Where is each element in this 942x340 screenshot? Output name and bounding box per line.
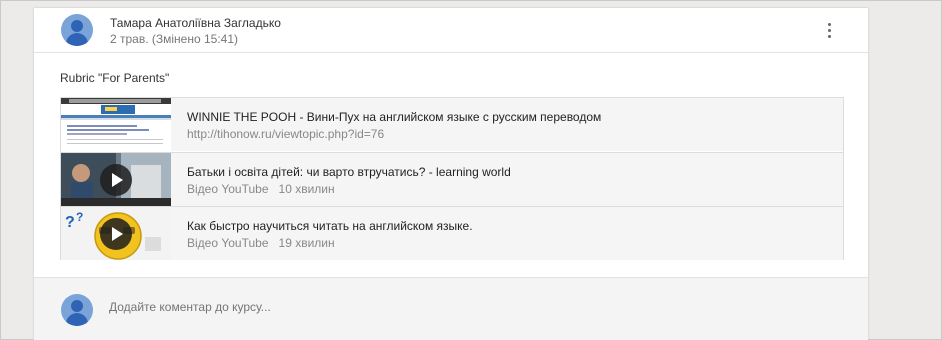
- attachment-url: http://tihonow.ru/viewtopic.php?id=76: [187, 127, 385, 141]
- post-header: Тамара Анатоліївна Загладько 2 трав. (Зм…: [34, 8, 868, 53]
- attachment-title[interactable]: Как быстро научиться читать на английско…: [187, 219, 473, 233]
- link-thumbnail: [61, 98, 171, 151]
- avatar-body-shape: [66, 313, 88, 326]
- author-avatar[interactable]: [61, 14, 93, 46]
- avatar-head-shape: [71, 300, 83, 312]
- author-name[interactable]: Тамара Анатоліївна Загладько: [110, 16, 281, 30]
- svg-text:?: ?: [65, 214, 75, 231]
- attachment-video[interactable]: ? ? Как быстро научиться читать на англи…: [61, 206, 843, 260]
- stream-post-card: Тамара Анатоліївна Загладько 2 трав. (Зм…: [34, 8, 868, 340]
- attachment-video[interactable]: Батьки і освіта дітей: чи варто втручати…: [61, 152, 843, 206]
- post-text: Rubric "For Parents": [60, 71, 170, 85]
- play-icon[interactable]: [100, 164, 132, 196]
- comment-bar: [34, 277, 868, 340]
- commenter-avatar: [61, 294, 93, 326]
- video-thumbnail: ? ?: [61, 207, 171, 260]
- video-duration: 19 хвилин: [278, 236, 335, 250]
- video-source: Відео YouTube: [187, 182, 269, 196]
- attachment-title[interactable]: Батьки і освіта дітей: чи варто втручати…: [187, 165, 511, 179]
- attachments-list: WINNIE THE POOH - Вини-Пух на английском…: [60, 97, 844, 260]
- play-icon[interactable]: [100, 218, 132, 250]
- attachment-meta: Відео YouTube 19 хвилин: [187, 236, 335, 250]
- svg-text:?: ?: [76, 210, 83, 224]
- attachment-title[interactable]: WINNIE THE POOH - Вини-Пух на английском…: [187, 110, 601, 124]
- avatar-body-shape: [66, 33, 88, 46]
- video-source: Відео YouTube: [187, 236, 269, 250]
- more-vert-icon[interactable]: [824, 22, 836, 40]
- video-duration: 10 хвилин: [278, 182, 335, 196]
- attachment-link[interactable]: WINNIE THE POOH - Вини-Пух на английском…: [61, 98, 843, 151]
- comment-input[interactable]: [109, 300, 509, 314]
- video-thumbnail: [61, 153, 171, 206]
- page-frame: Тамара Анатоліївна Загладько 2 трав. (Зм…: [0, 0, 942, 340]
- post-date[interactable]: 2 трав. (Змінено 15:41): [110, 32, 238, 46]
- avatar-head-shape: [71, 20, 83, 32]
- attachment-meta: Відео YouTube 10 хвилин: [187, 182, 335, 196]
